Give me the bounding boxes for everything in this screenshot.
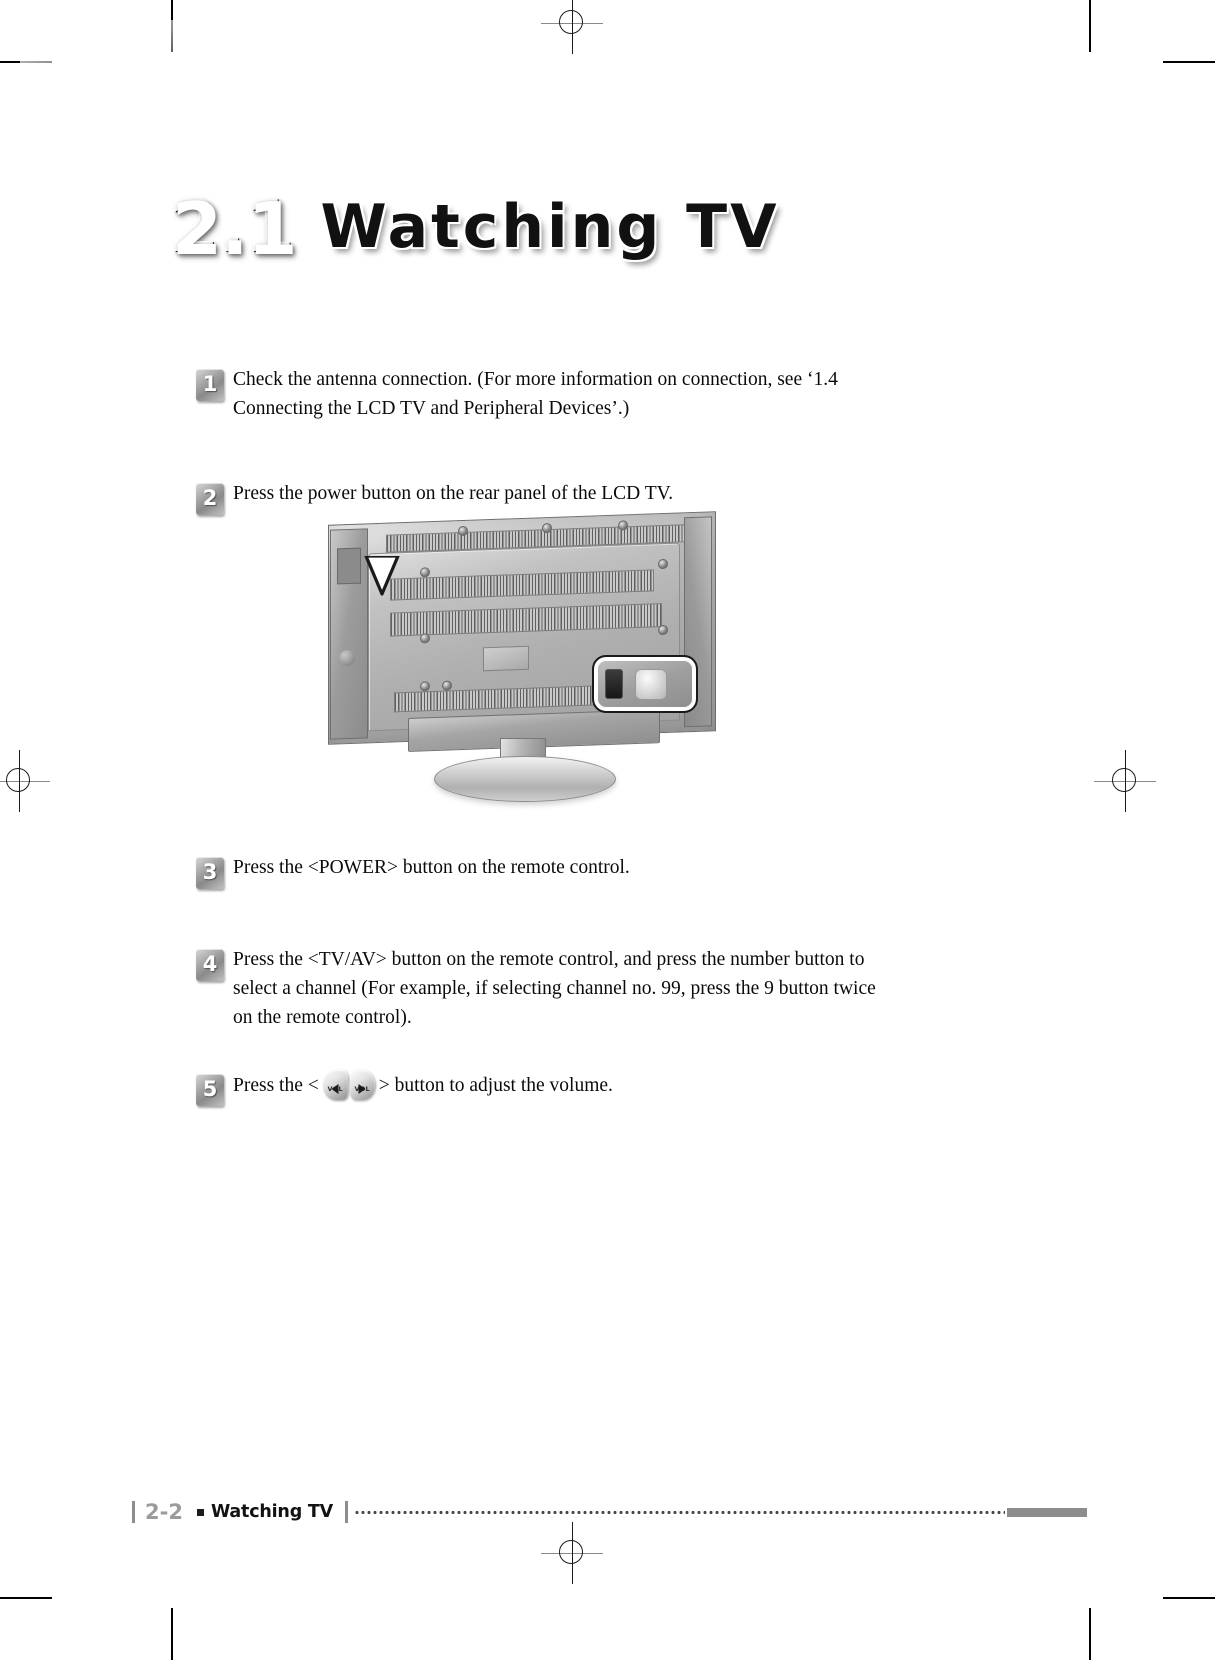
registration-circle bbox=[1112, 768, 1136, 792]
tv-left-side-bracket bbox=[330, 528, 368, 740]
crop-mark-bottom-right-horizontal bbox=[1163, 1597, 1215, 1599]
decorative-swirl-graphic bbox=[20, 20, 380, 350]
page-footer: 2-2 Watching TV bbox=[132, 1497, 1087, 1527]
lcd-tv-rear-panel-figure bbox=[322, 511, 722, 808]
step-number-badge: 2 bbox=[196, 483, 224, 515]
crop-mark-top-right-vertical bbox=[1089, 0, 1091, 52]
chapter-title-row: 2.1 Watching TV bbox=[170, 185, 780, 269]
step-item-2: 2 Press the power button on the rear pan… bbox=[196, 479, 896, 515]
callout-pointer-icon bbox=[364, 556, 400, 596]
step-text-after-icons: > button to adjust the volume. bbox=[378, 1075, 613, 1096]
step-item-4: 4 Press the <TV/AV> button on the remote… bbox=[196, 945, 896, 1032]
registration-circle bbox=[559, 1540, 583, 1564]
step-text: Press the <TV/AV> button on the remote c… bbox=[233, 949, 876, 1028]
registration-circle bbox=[559, 10, 583, 34]
step-item-3: 3 Press the <POWER> button on the remote… bbox=[196, 853, 896, 889]
step-text: Press the < VOL VOL > button to adjust the … bbox=[233, 1070, 613, 1109]
step-text: Press the <POWER> button on the remote c… bbox=[233, 857, 630, 878]
step-spacer bbox=[196, 423, 896, 479]
chapter-number: 2.1 bbox=[170, 185, 296, 269]
registration-target-left bbox=[0, 750, 50, 812]
step-number-badge: 4 bbox=[196, 949, 224, 981]
registration-circle bbox=[6, 768, 30, 792]
footer-divider-left bbox=[132, 1501, 135, 1523]
power-button-callout bbox=[592, 655, 698, 713]
volume-down-button-icon: VOL bbox=[322, 1070, 348, 1100]
tv-label-plate bbox=[483, 645, 529, 672]
step-text: Check the antenna connection. (For more … bbox=[233, 369, 838, 419]
footer-bullet-icon bbox=[196, 1508, 204, 1516]
step-item-5: 5 Press the < VOL VOL > button to adjust th… bbox=[196, 1070, 896, 1109]
crop-mark-bottom-left-horizontal bbox=[0, 1597, 52, 1599]
step-number-badge: 3 bbox=[196, 857, 224, 889]
page-header: 2.1 Watching TV bbox=[20, 20, 800, 350]
volume-buttons-icon-group: VOL VOL bbox=[322, 1070, 376, 1109]
step-number-badge: 5 bbox=[196, 1074, 224, 1106]
footer-end-bar bbox=[1007, 1507, 1087, 1517]
footer-page-number: 2-2 bbox=[145, 1500, 183, 1524]
crop-mark-bottom-left-vertical bbox=[171, 1608, 173, 1660]
step-text: Press the power button on the rear panel… bbox=[233, 483, 674, 504]
registration-target-bottom bbox=[541, 1522, 603, 1584]
triangle-right-icon bbox=[358, 1084, 366, 1094]
footer-section-label: Watching TV bbox=[210, 1502, 333, 1522]
crop-mark-bottom-right-vertical bbox=[1089, 1608, 1091, 1660]
step-number-badge: 1 bbox=[196, 369, 224, 401]
page-title: Watching TV bbox=[320, 192, 780, 262]
registration-target-right bbox=[1094, 750, 1156, 812]
step-spacer bbox=[196, 1032, 896, 1070]
power-button bbox=[635, 669, 667, 700]
footer-dotted-rule bbox=[354, 1510, 1005, 1514]
step-item-1: 1 Check the antenna connection. (For mor… bbox=[196, 365, 896, 423]
footer-divider-right bbox=[345, 1501, 348, 1523]
step-spacer bbox=[196, 889, 896, 945]
tv-stand-base bbox=[434, 756, 616, 802]
step-text-before-icons: Press the < bbox=[233, 1075, 319, 1096]
crop-mark-top-right-horizontal bbox=[1163, 61, 1215, 63]
power-connector-slot bbox=[605, 669, 623, 699]
volume-up-button-icon: VOL bbox=[349, 1070, 375, 1100]
triangle-left-icon bbox=[331, 1084, 339, 1094]
